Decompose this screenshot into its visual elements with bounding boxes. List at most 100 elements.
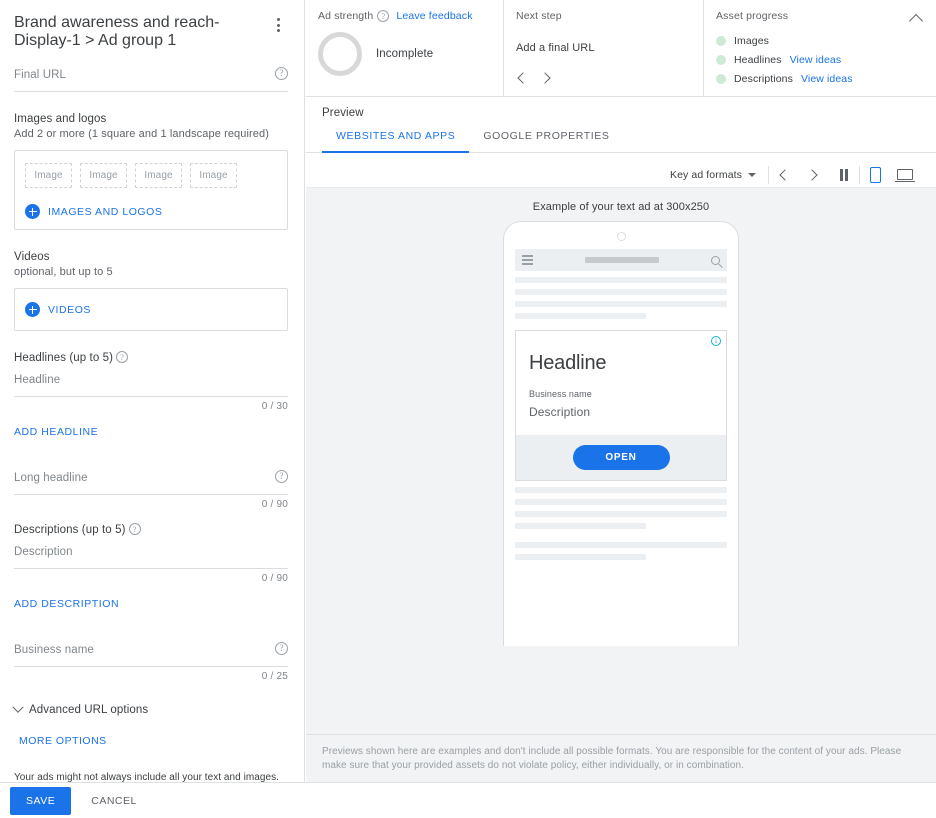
description-label: Description [14, 546, 73, 558]
skeleton-line [515, 313, 647, 319]
add-headline-button[interactable]: ADD HEADLINE [14, 426, 98, 438]
asset-name: Descriptions [734, 72, 793, 85]
descriptions-section-title: Descriptions (up to 5)? [14, 523, 288, 538]
image-placeholder[interactable]: Image [190, 163, 237, 188]
cancel-button[interactable]: CANCEL [79, 787, 149, 815]
preview-footer-disclaimer: Previews shown here are examples and don… [322, 746, 902, 771]
descriptions-title-text: Descriptions (up to 5) [14, 524, 126, 536]
ad-strength-header: Ad strength ? Leave feedback [318, 10, 489, 22]
add-videos-button[interactable]: VIDEOS [25, 302, 277, 317]
help-icon[interactable]: ? [275, 642, 288, 655]
dot [277, 23, 281, 27]
next-step-nav [516, 72, 689, 84]
save-button[interactable]: SAVE [10, 786, 72, 815]
chevron-left-icon[interactable] [516, 72, 528, 84]
long-headline-label: Long headline [14, 472, 88, 484]
add-videos-label: VIDEOS [48, 303, 91, 316]
status-dot-icon [716, 54, 726, 65]
field-underline [14, 396, 288, 397]
image-placeholder[interactable]: Image [80, 163, 127, 188]
preview-toolbar: Key ad formats [306, 153, 936, 187]
skeleton-line [515, 523, 647, 529]
add-description-button[interactable]: ADD DESCRIPTION [14, 598, 119, 610]
long-headline-field[interactable]: Long headline ? [14, 470, 288, 495]
dot [277, 29, 281, 32]
ad-business-name: Business name [529, 389, 592, 399]
videos-asset-box: VIDEOS [14, 288, 288, 331]
headlines-section-title: Headlines (up to 5)? [14, 351, 288, 366]
key-ad-formats-label: Key ad formats [669, 168, 742, 181]
description-counter: 0 / 90 [261, 573, 288, 584]
help-icon[interactable]: ? [377, 10, 390, 22]
tab-google-properties[interactable]: GOOGLE PROPERTIES [469, 130, 623, 152]
mobile-view-button[interactable] [860, 163, 890, 187]
ad-strength-title: Ad strength [318, 10, 374, 22]
ad-editor-screen: Brand awareness and reach-Display-1 > Ad… [0, 0, 936, 818]
preview-tabs: WEBSITES AND APPS GOOGLE PROPERTIES [306, 130, 936, 153]
ad-description: Description [529, 405, 591, 419]
headline-counter: 0 / 30 [261, 401, 288, 412]
help-icon[interactable]: ? [116, 351, 129, 363]
pause-bar [845, 168, 849, 181]
chevron-right-icon[interactable] [541, 72, 553, 84]
more-actions-menu-icon[interactable] [272, 14, 286, 36]
phone-camera-icon [616, 232, 626, 241]
advanced-url-options-toggle[interactable]: Advanced URL options [12, 701, 288, 716]
tab-websites-and-apps[interactable]: WEBSITES AND APPS [322, 130, 470, 153]
skeleton-line [515, 301, 727, 307]
image-placeholder[interactable]: Image [135, 163, 182, 188]
bar [522, 259, 533, 261]
desktop-device-icon [895, 169, 915, 183]
videos-section-subtitle: optional, but up to 5 [14, 266, 113, 278]
help-icon[interactable]: ? [128, 523, 141, 535]
ad-strength-indicator: Incomplete [318, 32, 489, 76]
next-step-title: Next step [516, 10, 562, 22]
image-placeholder[interactable]: Image [25, 163, 72, 188]
description-field[interactable]: Description [14, 544, 288, 569]
next-step-panel: Next step Add a final URL [503, 0, 703, 96]
list-item: Images [716, 32, 922, 49]
chevron-left-icon [778, 169, 790, 181]
help-icon[interactable]: ? [275, 67, 288, 80]
list-item: Descriptions View ideas [716, 70, 922, 87]
business-name-counter: 0 / 25 [261, 671, 288, 682]
bar [522, 263, 533, 265]
add-images-and-logos-button[interactable]: IMAGES AND LOGOS [25, 204, 277, 219]
leave-feedback-link[interactable]: Leave feedback [396, 10, 472, 22]
bar [522, 255, 533, 257]
ad-form-panel: Brand awareness and reach-Display-1 > Ad… [0, 0, 305, 782]
field-underline [14, 568, 288, 569]
business-name-field[interactable]: Business name ? [14, 642, 288, 667]
headline-label: Headline [14, 374, 61, 386]
plus-icon [25, 302, 40, 317]
ad-strength-value: Incomplete [376, 48, 434, 60]
previous-format-button[interactable] [769, 163, 799, 187]
view-ideas-link[interactable]: View ideas [801, 73, 853, 85]
help-icon[interactable]: ? [275, 470, 288, 483]
skeleton-line [515, 499, 727, 505]
more-options-button[interactable]: MORE OPTIONS [19, 735, 107, 747]
form-disclaimer: Your ads might not always include all yo… [14, 772, 279, 782]
asset-progress-panel: Asset progress Images Headlines View ide… [703, 0, 936, 96]
headlines-title-text: Headlines (up to 5) [14, 352, 114, 364]
asset-progress-list: Images Headlines View ideas Descriptions… [716, 32, 922, 87]
preview-stage: Example of your text ad at 300x250 i Hea… [306, 187, 936, 734]
action-bar: SAVE CANCEL [0, 782, 936, 818]
ad-info-icon[interactable]: i [711, 336, 721, 346]
list-item: Headlines View ideas [716, 51, 922, 68]
ad-cta-button[interactable]: OPEN [572, 445, 670, 470]
next-format-button[interactable] [799, 163, 829, 187]
chevron-up-icon[interactable] [910, 12, 924, 26]
key-ad-formats-dropdown[interactable]: Key ad formats [670, 169, 768, 181]
pause-button[interactable] [829, 163, 859, 187]
headline-field[interactable]: Headline [14, 372, 288, 397]
view-ideas-link[interactable]: View ideas [790, 54, 842, 66]
final-url-field[interactable]: Final URL ? [14, 67, 288, 92]
ad-strength-panel: Ad strength ? Leave feedback Incomplete [306, 0, 503, 96]
chevron-right-icon [808, 169, 820, 181]
desktop-view-button[interactable] [890, 163, 920, 187]
chevron-down-icon [748, 172, 756, 177]
chevron-down-icon [12, 701, 24, 713]
ad-card-body: Headline Business name Description [516, 331, 726, 435]
business-name-label: Business name [14, 644, 94, 656]
